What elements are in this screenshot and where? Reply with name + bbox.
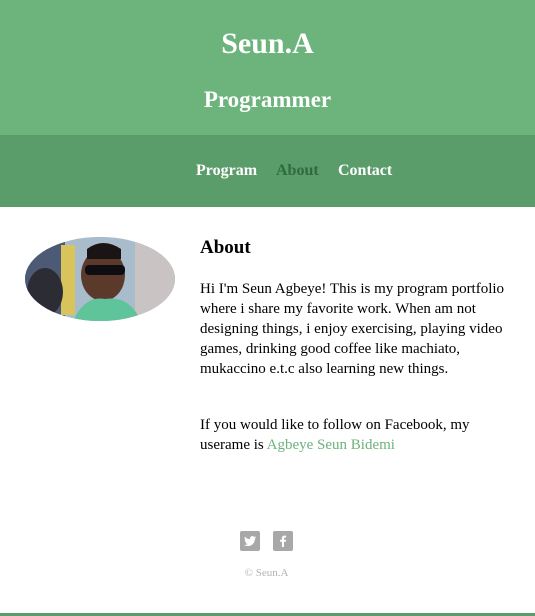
about-paragraph: Hi I'm Seun Agbeye! This is my program p… (200, 281, 505, 377)
nav-item-contact[interactable]: Contact (338, 161, 392, 181)
about-title: About (200, 237, 251, 258)
avatar (25, 237, 175, 321)
facebook-profile-link[interactable]: Agbeye Seun Bidemi (267, 437, 395, 453)
nav-item-about[interactable]: About (276, 161, 319, 181)
site-name: Seun.A (221, 27, 314, 60)
site-role: Programmer (203, 87, 332, 112)
site-header: Seun.A Programmer (0, 0, 535, 135)
copyright-text: © Seun.A (244, 567, 289, 579)
nav-item-program[interactable]: Program (196, 161, 257, 181)
facebook-icon[interactable] (273, 531, 293, 551)
facebook-paragraph: If you would like to follow on Facebook,… (200, 415, 520, 455)
main-nav: Program About Contact (0, 135, 535, 207)
twitter-icon[interactable] (240, 531, 260, 551)
